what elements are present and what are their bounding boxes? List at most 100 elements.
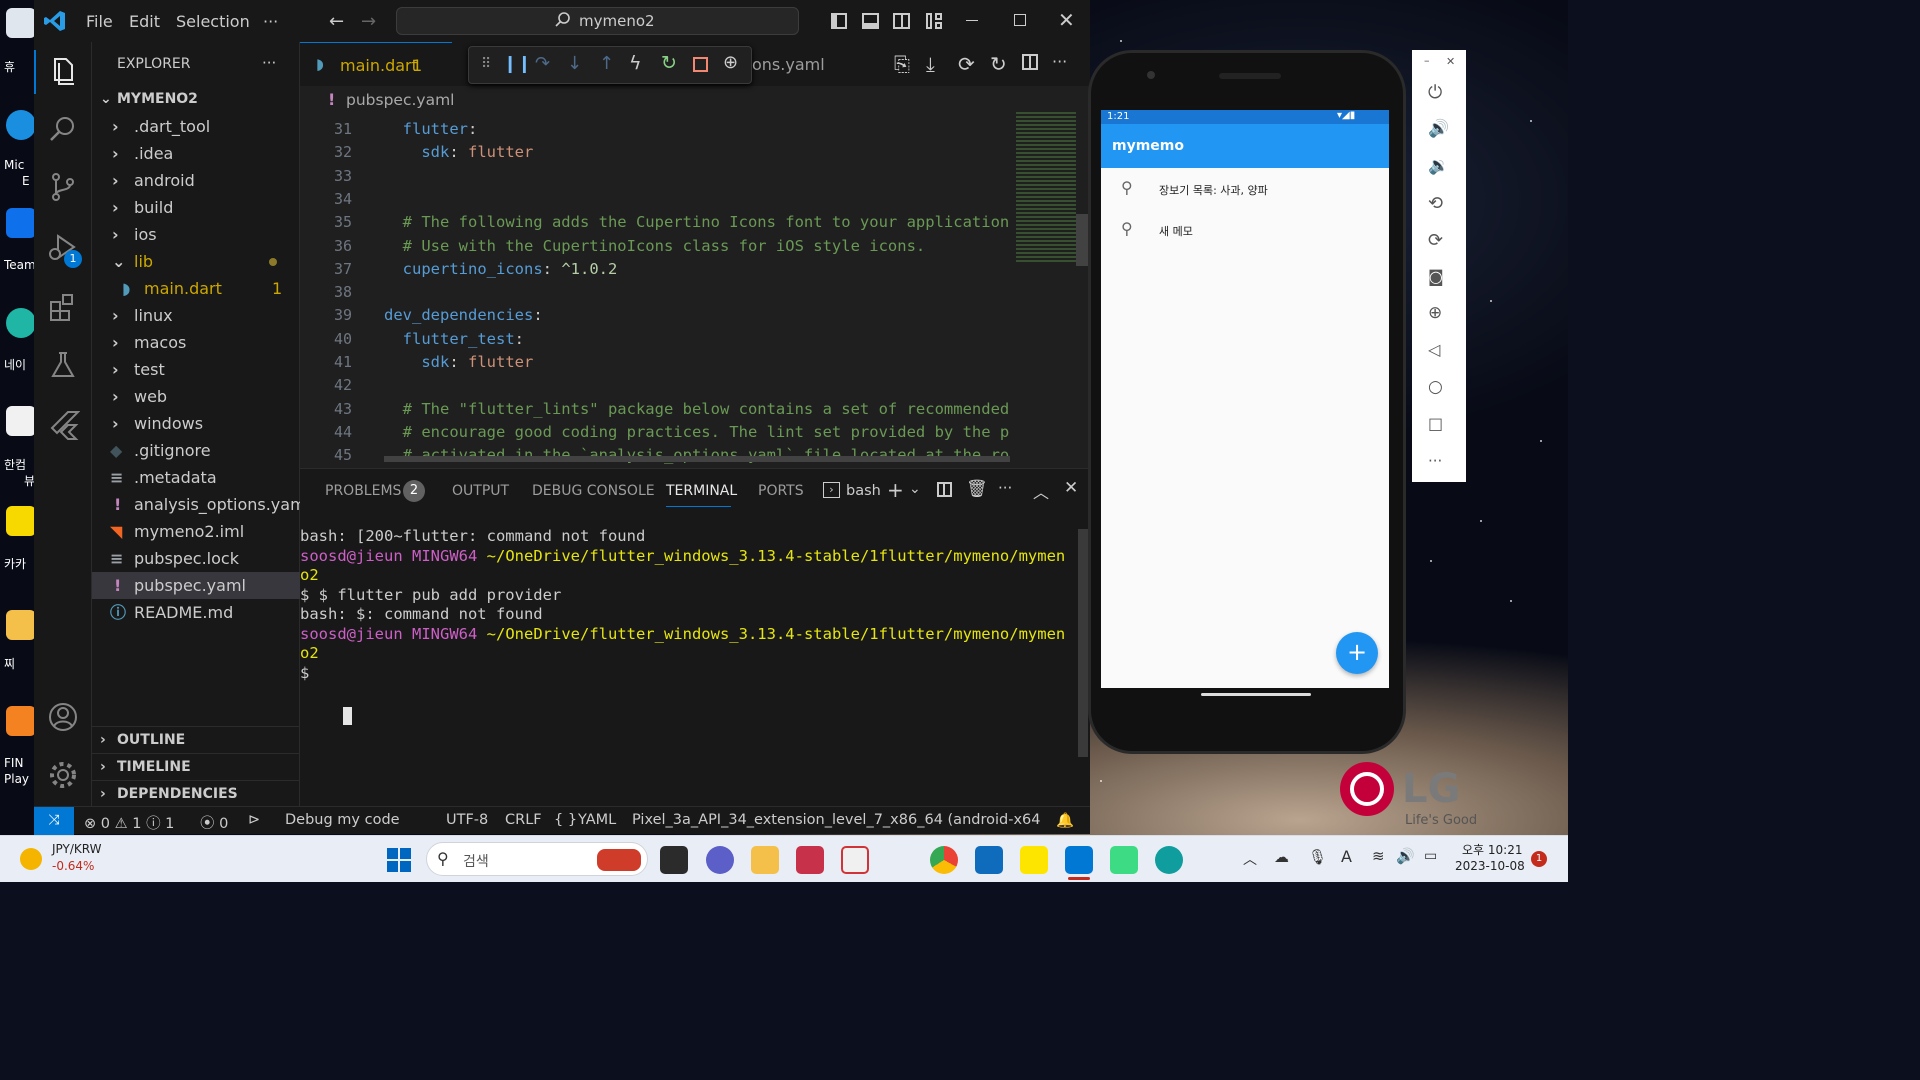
pin-icon[interactable]: ⚲ (1121, 219, 1133, 238)
home-icon[interactable]: ○ (1428, 377, 1450, 399)
stop-icon[interactable] (693, 57, 708, 72)
search-icon[interactable] (46, 112, 80, 146)
emulator-taskbar-icon[interactable] (1110, 846, 1138, 874)
terminal-scrollbar[interactable] (1078, 529, 1088, 757)
command-center[interactable]: mymeno2 (396, 7, 799, 35)
settings-gear-icon[interactable] (46, 758, 80, 792)
menu-file[interactable]: File (86, 12, 113, 31)
tab-debug-console[interactable]: DEBUG CONSOLE (532, 483, 655, 499)
file-item[interactable]: ! pubspec.yaml (92, 572, 300, 599)
new-terminal-icon[interactable]: + (887, 478, 904, 502)
add-memo-fab[interactable]: + (1336, 632, 1378, 674)
folder-item[interactable]: ⌄ lib (92, 248, 300, 275)
onedrive-icon[interactable]: ☁ (1274, 848, 1289, 866)
refresh-icon[interactable]: ↻ (990, 52, 1007, 76)
file-explorer-icon[interactable] (751, 846, 779, 874)
end-of-line[interactable]: CRLF (505, 812, 542, 828)
ime-icon[interactable]: A (1341, 847, 1352, 866)
volume-down-icon[interactable]: 🔉 (1428, 156, 1450, 178)
extensions-icon[interactable] (46, 290, 80, 324)
app-icon[interactable] (796, 846, 824, 874)
file-item[interactable]: ≡ pubspec.lock (92, 545, 300, 572)
folder-item[interactable]: › windows (92, 410, 300, 437)
flutter-icon[interactable] (46, 408, 80, 442)
explorer-more-icon[interactable]: ··· (262, 54, 276, 72)
ticker-name[interactable]: JPY/KRW (52, 842, 101, 856)
menu-edit[interactable]: Edit (129, 12, 160, 31)
desktop-icon-kakao[interactable] (6, 506, 36, 536)
pin-icon[interactable]: ⚲ (1121, 178, 1133, 197)
camera-icon[interactable]: ◙ (1428, 267, 1450, 289)
tab-ports[interactable]: PORTS (758, 483, 804, 499)
desktop-icon-folder[interactable] (6, 610, 36, 640)
dependencies-section[interactable]: › DEPENDENCIES (92, 780, 300, 807)
clock-time[interactable]: 오후 10:21 (1462, 841, 1522, 858)
debug-run-icon[interactable]: ⊳ (248, 812, 260, 828)
breadcrumb[interactable]: pubspec.yaml (346, 91, 454, 109)
pause-icon[interactable]: ❙❙ (503, 54, 532, 74)
folder-item[interactable]: › ios (92, 221, 300, 248)
chevron-down-icon[interactable]: ⌄ (909, 481, 921, 497)
store-icon[interactable] (975, 846, 1003, 874)
customize-layout-icon[interactable] (926, 13, 942, 29)
weather-widget-icon[interactable] (20, 848, 42, 870)
task-view-icon[interactable] (660, 846, 688, 874)
kakaotalk-icon[interactable] (1020, 846, 1048, 874)
desktop-icon-edge[interactable] (6, 110, 36, 140)
more-actions-icon[interactable]: ··· (1052, 52, 1067, 71)
minimize-icon[interactable]: – (1424, 54, 1430, 67)
memo-item[interactable]: ⚲ 새 메모 (1101, 210, 1389, 252)
terminal-output[interactable]: bash: [200~flutter: command not found so… (300, 527, 1080, 797)
step-into-icon[interactable]: ↓ (567, 53, 582, 74)
hot-reload-icon[interactable]: ϟ (629, 52, 642, 74)
close-panel-icon[interactable]: ✕ (1064, 478, 1078, 498)
folder-item[interactable]: › test (92, 356, 300, 383)
ports-status[interactable]: ⦿ 0 (200, 812, 228, 833)
clock-date[interactable]: 2023-10-08 (1455, 859, 1525, 873)
overview-icon[interactable]: □ (1428, 414, 1450, 436)
code-editor[interactable]: 31 flutter: 32 sdk: flutter 33 34 35 # The f… (300, 118, 1010, 468)
rotate-left-icon[interactable]: ⟲ (1428, 193, 1450, 215)
file-item[interactable]: ! analysis_options.yaml (92, 491, 310, 518)
split-editor-icon[interactable] (1022, 54, 1038, 70)
windows-start-icon[interactable] (387, 848, 411, 872)
language-mode[interactable]: YAML (578, 812, 616, 828)
file-item[interactable]: ⓘ README.md (92, 599, 300, 626)
back-icon[interactable]: ◁ (1428, 340, 1450, 362)
file-item[interactable]: ◗ main.dart 1 (92, 275, 300, 302)
minimize-icon[interactable] (966, 20, 978, 21)
panel-more-icon[interactable]: ··· (998, 479, 1012, 497)
notification-badge[interactable]: 1 (1531, 851, 1547, 867)
chrome-icon[interactable] (930, 846, 958, 874)
file-item[interactable]: ◆ .gitignore (92, 437, 300, 464)
remote-indicator-icon[interactable]: ⤨ (34, 807, 74, 835)
tab-output[interactable]: OUTPUT (452, 483, 509, 499)
minimap[interactable] (1016, 112, 1076, 262)
desktop-icon-hancom[interactable] (6, 406, 36, 436)
memo-item[interactable]: ⚲ 장보기 목록: 사과, 양파 (1101, 168, 1389, 210)
drag-handle-icon[interactable]: ⠿ (481, 56, 491, 72)
folder-item[interactable]: › .idea (92, 140, 300, 167)
source-control-icon[interactable] (46, 170, 80, 204)
back-arrow-icon[interactable]: ← (329, 11, 344, 32)
menu-selection[interactable]: Selection (176, 12, 250, 31)
folder-item[interactable]: › linux (92, 302, 300, 329)
device-selector[interactable]: Pixel_3a_API_34_extension_level_7_x86_64… (632, 812, 1042, 828)
desktop-icon-naver[interactable] (6, 308, 36, 338)
tab-analysis-options[interactable]: ons.yaml (752, 42, 848, 86)
file-item[interactable]: ◥ mymeno2.iml (92, 518, 300, 545)
tab-terminal[interactable]: TERMINAL (666, 483, 737, 499)
folder-item[interactable]: › macos (92, 329, 300, 356)
forward-arrow-icon[interactable]: → (361, 11, 376, 32)
desktop-icon-finplay[interactable] (6, 706, 36, 736)
accounts-icon[interactable] (46, 700, 80, 734)
volume-up-icon[interactable]: 🔊 (1428, 119, 1450, 141)
more-icon[interactable]: ··· (1428, 452, 1450, 474)
battery-icon[interactable]: ▭ (1424, 848, 1437, 864)
encoding[interactable]: UTF-8 (446, 812, 488, 828)
testing-icon[interactable] (46, 348, 80, 382)
wifi-icon[interactable]: ≋ (1372, 847, 1385, 865)
timeline-section[interactable]: › TIMELINE (92, 753, 300, 780)
attach-device-icon[interactable]: ⎘ (894, 52, 910, 76)
rotate-right-icon[interactable]: ⟳ (1428, 230, 1450, 252)
